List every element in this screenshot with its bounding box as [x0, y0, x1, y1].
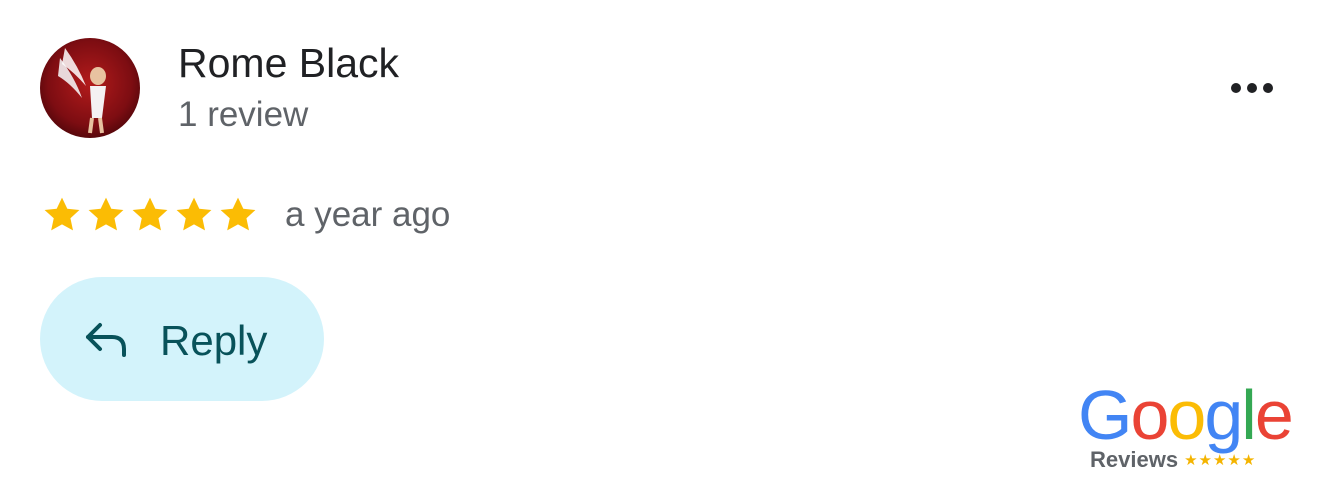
- review-card: Rome Black 1 review a year ago Reply Goo…: [0, 0, 1320, 492]
- google-logo-letter: G: [1078, 376, 1132, 454]
- reply-arrow-icon: [86, 323, 126, 357]
- avatar-image: [40, 38, 140, 138]
- star-icon: [176, 197, 212, 231]
- badge-reviews-label: Reviews: [1090, 447, 1179, 472]
- google-logo-letter: g: [1204, 376, 1243, 454]
- google-logo-letter: o: [1167, 376, 1206, 454]
- author-review-count[interactable]: 1 review: [178, 95, 308, 135]
- google-logo: Google: [1078, 376, 1294, 454]
- reply-label: Reply: [160, 317, 268, 364]
- google-logo-letter: l: [1241, 376, 1257, 454]
- author-name[interactable]: Rome Black: [178, 40, 399, 87]
- badge-caption: Reviews ★★★★★: [1090, 447, 1256, 473]
- star-icon: [220, 197, 256, 231]
- avatar[interactable]: [40, 38, 140, 138]
- review-time: a year ago: [285, 195, 451, 234]
- google-logo-letter: o: [1130, 376, 1169, 454]
- star-icon: [44, 197, 80, 231]
- reply-button[interactable]: Reply: [40, 277, 324, 401]
- star-icon: [132, 197, 168, 231]
- star-rating: [40, 193, 260, 237]
- star-icon: [88, 197, 124, 231]
- google-reviews-badge: Google Reviews ★★★★★: [1078, 376, 1294, 475]
- google-logo-letter: e: [1254, 376, 1294, 454]
- badge-stars: ★★★★★: [1184, 452, 1257, 469]
- more-options-button[interactable]: [1222, 70, 1282, 106]
- more-horizontal-icon: [1231, 83, 1273, 93]
